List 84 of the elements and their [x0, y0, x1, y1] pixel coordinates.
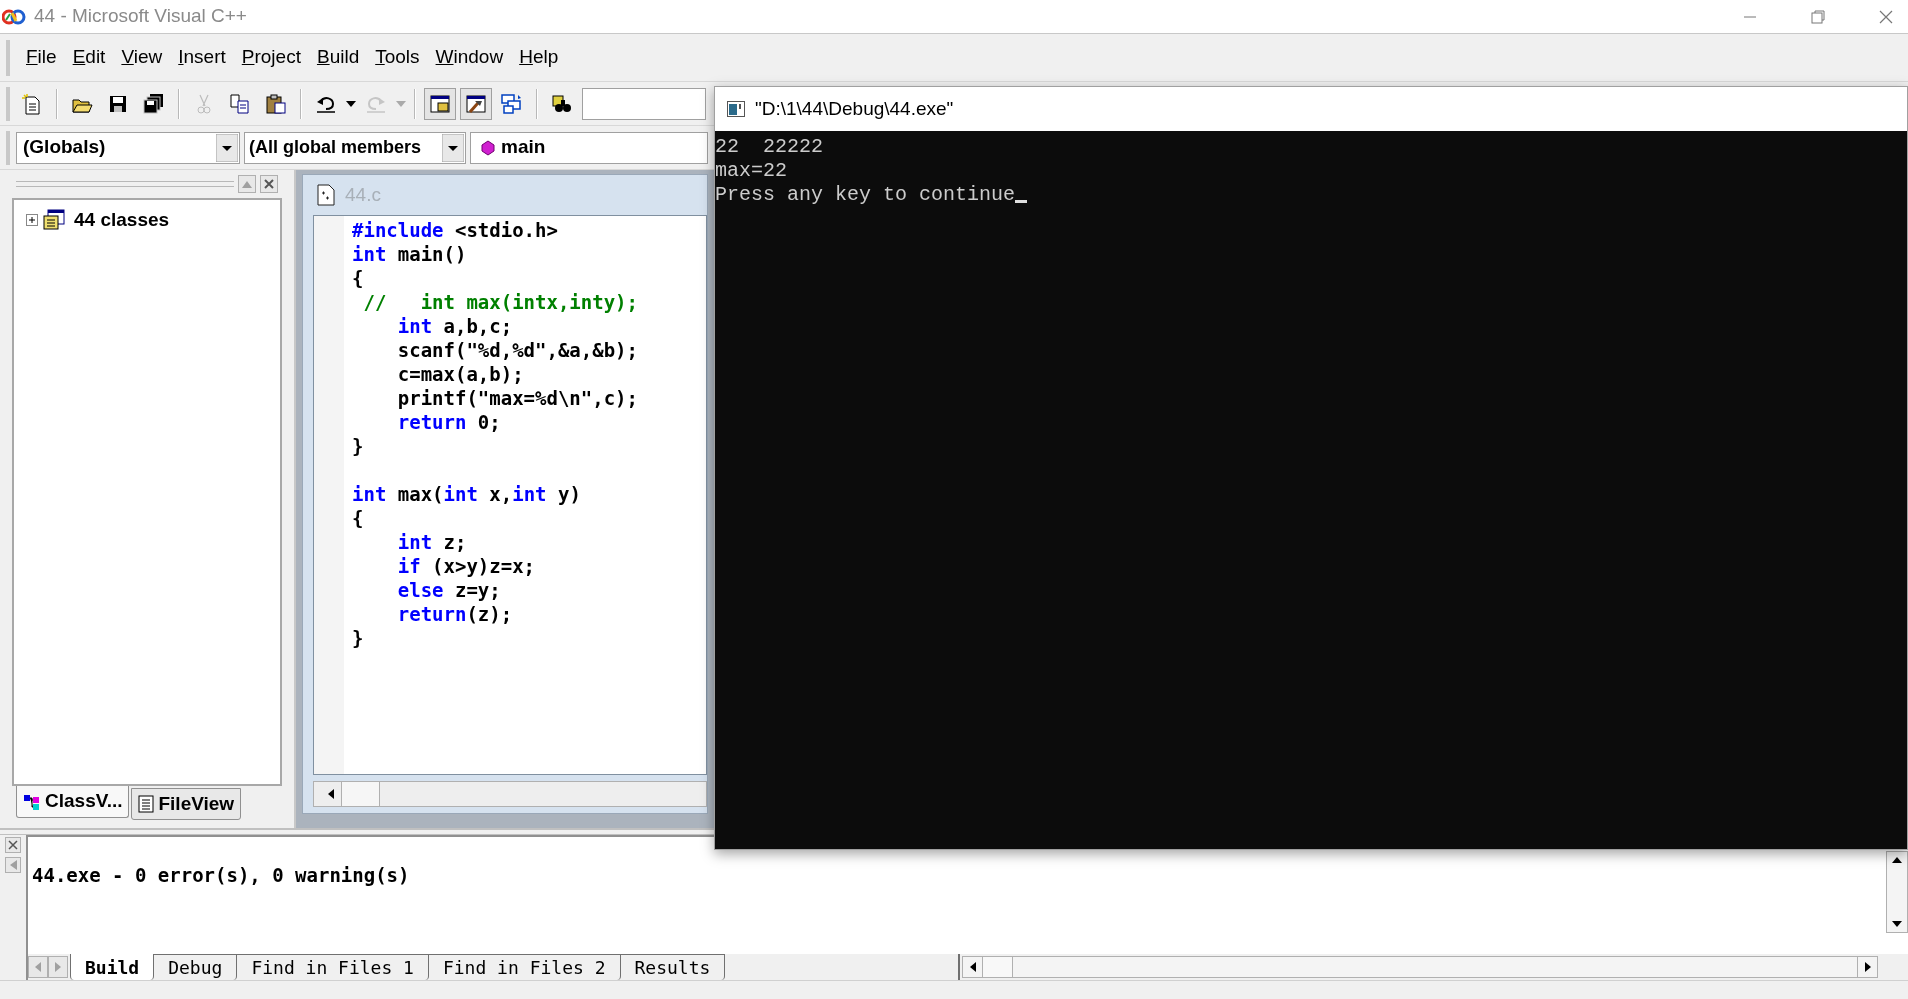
left-arrow-icon [968, 962, 977, 972]
output-tab[interactable]: Find in Files 1 [237, 954, 429, 980]
output-tab[interactable]: Build [70, 954, 155, 980]
code-line: return 0; [396, 410, 501, 434]
console-title: "D:\1\44\Debug\44.exe" [755, 96, 954, 121]
window-list-icon [501, 92, 523, 115]
find-field[interactable] [582, 87, 706, 120]
dropdown-arrow-icon [216, 133, 238, 162]
menu-item[interactable]: View [115, 39, 169, 76]
member-combo[interactable]: main [470, 131, 708, 164]
up-arrow-icon [1892, 856, 1902, 864]
workspace-tab[interactable]: ClassV... [16, 786, 130, 818]
menu-item[interactable]: Insert [172, 39, 232, 76]
menu-item[interactable]: File [20, 39, 63, 76]
code-line: } [352, 434, 364, 458]
menu-item[interactable]: Edit [66, 39, 112, 76]
code-line: int z; [396, 530, 467, 554]
vertical-scrollbar[interactable] [1886, 851, 1908, 933]
close-icon[interactable] [5, 837, 21, 853]
restore-icon[interactable] [1810, 8, 1826, 25]
class-combo[interactable]: (Globals) [16, 131, 240, 164]
code-line: else z=y; [396, 578, 501, 602]
code-line: c=max(a,b); [396, 362, 524, 386]
scroll-thumb[interactable] [342, 782, 380, 806]
console-text: Press any key to continue [715, 183, 1016, 207]
dropdown-arrow-icon [442, 133, 464, 162]
menu-item[interactable]: Window [429, 39, 510, 76]
code-line: int main() [352, 242, 467, 266]
code-line: // int max(intx,inty); [362, 290, 638, 314]
scroll-thumb[interactable] [983, 957, 1013, 977]
menu-item[interactable]: Tools [369, 39, 426, 76]
left-arrow-icon [326, 789, 335, 799]
paste-icon [265, 92, 287, 115]
toolbar-button[interactable] [460, 87, 492, 120]
output-tab[interactable]: Results [620, 954, 726, 980]
horizontal-scrollbar[interactable] [962, 956, 1878, 978]
tree-item[interactable]: 44 classes [74, 206, 170, 235]
code-line: { [352, 266, 364, 290]
window-title: 44 - Microsoft Visual C++ [34, 4, 247, 29]
combo-value: (Globals) [22, 135, 107, 160]
app-logo-icon [2, 7, 26, 26]
code-line: } [352, 626, 364, 650]
new-file-icon [21, 92, 43, 115]
combo-value: main [501, 135, 546, 160]
caret-icon[interactable] [346, 100, 356, 107]
document-icon [138, 795, 155, 813]
code-line: { [352, 506, 364, 530]
member-filter-combo[interactable]: (All global members [244, 131, 466, 164]
code-line: if (x>y)z=x; [396, 554, 536, 578]
toolbar-button[interactable] [424, 87, 456, 120]
code-line: scanf("%d,%d",&a,&b); [396, 338, 638, 362]
save-all-icon [143, 92, 165, 115]
output-tab[interactable]: Find in Files 2 [428, 954, 621, 980]
right-arrow-icon [1863, 962, 1872, 972]
copy-icon [229, 92, 251, 115]
menu-item[interactable]: Build [310, 39, 366, 76]
output-tab[interactable]: Debug [154, 954, 238, 980]
code-line: int max(int x,int y) [352, 482, 581, 506]
code-line: #include <stdio.h> [352, 218, 558, 242]
method-icon [481, 139, 495, 156]
code-editor[interactable]: #include <stdio.h> int main() { // int max(intx,inty); int a,b,c; scanf("%d,%d",&a,&b); c=max(a,b); printf("max=%d\n",c); return 0; } int max(int x,int y) { int z; if (x>y)z=x; else z=y; return(z); } [313, 215, 707, 775]
binoculars-icon [551, 92, 573, 115]
close-icon[interactable] [260, 175, 278, 193]
console-text: max=22 [715, 159, 787, 183]
class-view-icon [23, 792, 41, 811]
workspace-window-icon [429, 92, 451, 115]
code-line: int a,b,c; [396, 314, 513, 338]
expand-icon[interactable] [26, 214, 38, 227]
menu-item[interactable]: Project [235, 39, 307, 76]
console-icon [727, 101, 745, 117]
text-cursor [1015, 200, 1028, 203]
console-text: 22 22222 [715, 135, 824, 159]
horizontal-scrollbar[interactable] [313, 781, 707, 807]
output-text: 44.exe - 0 error(s), 0 warning(s) [32, 863, 411, 887]
close-icon[interactable] [1878, 8, 1894, 25]
output-window-icon [465, 92, 487, 115]
source-file-icon [317, 184, 335, 206]
code-line: return(z); [396, 602, 513, 626]
code-line: printf("max=%d\n",c); [396, 386, 638, 410]
combo-value: (All global members [248, 136, 423, 159]
classes-icon [42, 209, 66, 232]
workspace-tab[interactable]: FileView [131, 788, 242, 820]
down-arrow-icon [1892, 920, 1902, 928]
menu-item[interactable]: Help [513, 39, 565, 76]
